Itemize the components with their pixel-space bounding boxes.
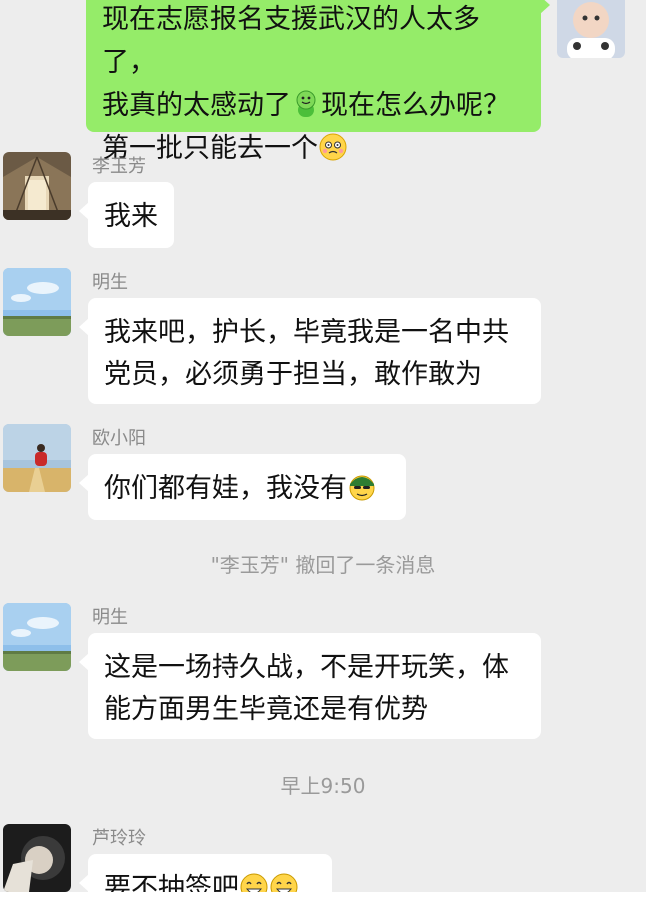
message-line: 我来吧，护长，毕竟我是一名中共 <box>104 317 509 348</box>
my-avatar[interactable] <box>557 0 625 58</box>
sender-avatar[interactable] <box>3 152 71 220</box>
recall-notice: "李玉芳" 撤回了一条消息 <box>210 553 436 577</box>
awkward-emoji-icon <box>318 132 348 162</box>
sender-avatar[interactable] <box>3 603 71 671</box>
message-bubble[interactable]: 你们都有娃，我没有 <box>79 454 406 520</box>
message-bubble[interactable]: 我来吧，护长，毕竟我是一名中共 党员，必须勇于担当，敢作敢为 <box>79 298 541 404</box>
sender-name: 明生 <box>92 272 128 293</box>
message-text: 我来 <box>104 201 158 232</box>
sender-avatar[interactable] <box>3 268 71 336</box>
timestamp: 早上9:50 <box>280 774 366 798</box>
smug-emoji-icon <box>347 472 377 502</box>
sender-avatar[interactable] <box>3 824 71 892</box>
my-message-bubble[interactable]: 现在志愿报名支援武汉的人太多了， 我真的太感动了 现在怎么办呢？ 第一批只能去一… <box>86 0 550 164</box>
message-line: 党员，必须勇于担当，敢作敢为 <box>104 359 482 390</box>
sender-avatar[interactable] <box>3 424 71 492</box>
message-text: 现在怎么办呢？ <box>321 90 510 121</box>
sender-name: 欧小阳 <box>92 428 146 449</box>
chat-area[interactable]: 现在志愿报名支援武汉的人太多了， 我真的太感动了 现在怎么办呢？ 第一批只能去一… <box>0 0 646 898</box>
message-text: 我真的太感动了 <box>102 90 291 121</box>
smile-emoji-icon <box>291 89 321 119</box>
sender-name: 明生 <box>92 607 128 628</box>
sender-name: 芦玲玲 <box>92 828 146 849</box>
bottom-edge <box>0 892 646 898</box>
sender-name: 李玉芳 <box>92 156 146 177</box>
message-bubble[interactable]: 我来 <box>79 182 174 248</box>
message-line-with-emoji: 我真的太感动了 现在怎么办呢？ <box>102 84 525 127</box>
message-bubble[interactable]: 这是一场持久战，不是开玩笑，体 能方面男生毕竟还是有优势 <box>79 633 541 739</box>
message-line: 现在志愿报名支援武汉的人太多了， <box>102 4 480 78</box>
message-line: 能方面男生毕竟还是有优势 <box>104 694 428 725</box>
message-line-with-emoji: 第一批只能去一个 <box>102 127 525 170</box>
message-text: 你们都有娃，我没有 <box>104 473 347 504</box>
message-line: 这是一场持久战，不是开玩笑，体 <box>104 652 509 683</box>
